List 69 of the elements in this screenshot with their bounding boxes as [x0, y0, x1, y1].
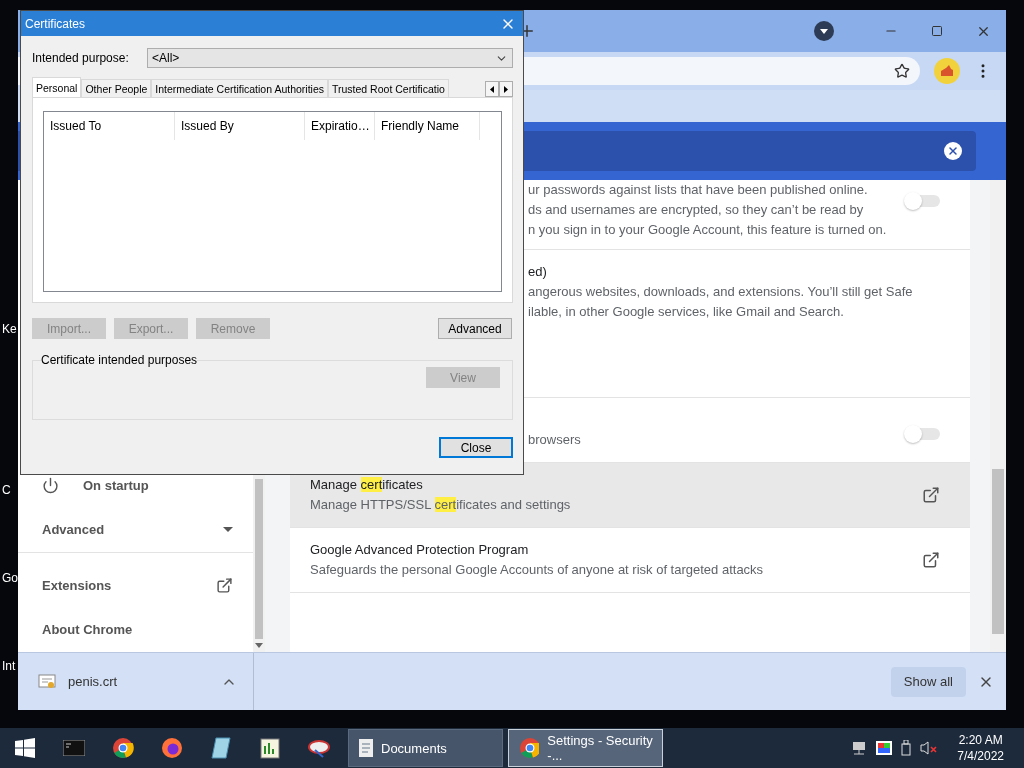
chrome-icon[interactable]	[519, 737, 540, 759]
sidebar-item[interactable]: Extensions	[18, 563, 253, 608]
setting-description: Safeguards the personal Google Accounts of anyone at risk of targeted attacks	[310, 561, 765, 579]
external-link-icon	[216, 576, 233, 594]
tab[interactable]: Personal	[32, 77, 82, 97]
maximize-icon[interactable]	[931, 25, 943, 37]
close-button[interactable]: Close	[439, 437, 513, 458]
toggle-switch[interactable]	[906, 428, 940, 440]
certificate-icon	[38, 673, 56, 690]
fox-icon[interactable]	[160, 737, 183, 759]
notepad-icon[interactable]	[210, 737, 231, 759]
show-all-button[interactable]: Show all	[890, 666, 966, 697]
dialog-title: Certificates	[25, 16, 87, 31]
usb-icon[interactable]	[901, 740, 912, 756]
external-link-icon[interactable]	[922, 551, 940, 569]
setting-description: ds and usernames are encrypted, so they can’t be read by	[528, 201, 865, 219]
tab[interactable]: Other People	[81, 79, 152, 97]
sidebar-item[interactable]: On startup	[18, 463, 253, 508]
date: 7/4/2022	[957, 748, 1004, 764]
tool-icon[interactable]	[306, 738, 331, 758]
tab[interactable]: Trusted Root Certificatio	[328, 79, 449, 97]
profile-avatar[interactable]	[934, 58, 960, 84]
setting-description: n you sign in to your Google Account, this feature is turned on.	[528, 221, 888, 239]
scroll-right-button[interactable]	[499, 81, 513, 97]
scroll-left-button[interactable]	[485, 81, 499, 97]
group-label: Certificate intended purposes	[41, 353, 198, 367]
clock[interactable]: 2:20 AM 7/4/2022	[957, 732, 1004, 764]
clear-search-icon[interactable]	[944, 142, 962, 160]
tab[interactable]: Intermediate Certification Authorities	[151, 79, 328, 97]
download-item[interactable]: penis.crt	[18, 653, 254, 710]
triangle-left-icon[interactable]	[490, 85, 494, 93]
triangle-right-icon[interactable]	[504, 85, 508, 93]
setting-description: ilable, in other Google services, like Gmail and Search.	[528, 303, 845, 321]
desktop-icon-label[interactable]: Ke	[2, 322, 17, 336]
desktop-icon-label[interactable]: Int	[2, 659, 16, 673]
setting-description: Manage HTTPS/SSL certificates and settings	[310, 496, 572, 514]
advanced-button[interactable]: Advanced	[438, 318, 512, 339]
purpose-dropdown[interactable]: <All>	[147, 48, 513, 68]
taskbar-window-button[interactable]: Documents	[348, 729, 503, 767]
chrome-icon[interactable]	[111, 737, 134, 759]
desktop-icon-label[interactable]: Go	[2, 571, 18, 585]
chart-note-icon[interactable]	[259, 737, 280, 759]
display-icon[interactable]	[876, 741, 893, 755]
column-header[interactable]: Expiratio…	[305, 112, 375, 140]
document-icon	[359, 739, 373, 757]
star-icon[interactable]	[894, 63, 910, 79]
column-header[interactable]: Friendly Name	[375, 112, 480, 140]
muted-speaker-icon[interactable]	[920, 741, 939, 755]
network-icon[interactable]	[851, 741, 868, 755]
terminal-icon[interactable]	[62, 740, 85, 756]
power-icon	[42, 476, 59, 494]
tab-search-icon[interactable]	[814, 21, 834, 41]
taskbar-window-button[interactable]: Settings - Security -...	[508, 729, 663, 767]
setting-title: Google Advanced Protection Program	[310, 541, 530, 559]
setting-description: angerous websites, downloads, and extensions. You’ll still get Safe	[528, 283, 914, 301]
toggle-switch[interactable]	[906, 195, 940, 207]
desktop-icon-label[interactable]: C	[2, 483, 11, 497]
external-link-icon[interactable]	[922, 486, 940, 504]
column-header[interactable]: Issued To	[44, 112, 175, 140]
caret-icon	[223, 526, 233, 533]
setting-description: ur passwords against lists that have been published online.	[528, 181, 869, 199]
time: 2:20 AM	[958, 732, 1003, 748]
sidebar-item[interactable]: Advanced	[18, 507, 253, 552]
setting-description: browsers	[528, 431, 582, 449]
field-label: Intended purpose:	[32, 51, 130, 65]
windows-logo-icon[interactable]	[14, 738, 35, 758]
setting-title: ed)	[528, 263, 548, 281]
column-header[interactable]: Issued By	[175, 112, 305, 140]
sidebar-item[interactable]: About Chrome	[18, 607, 253, 652]
